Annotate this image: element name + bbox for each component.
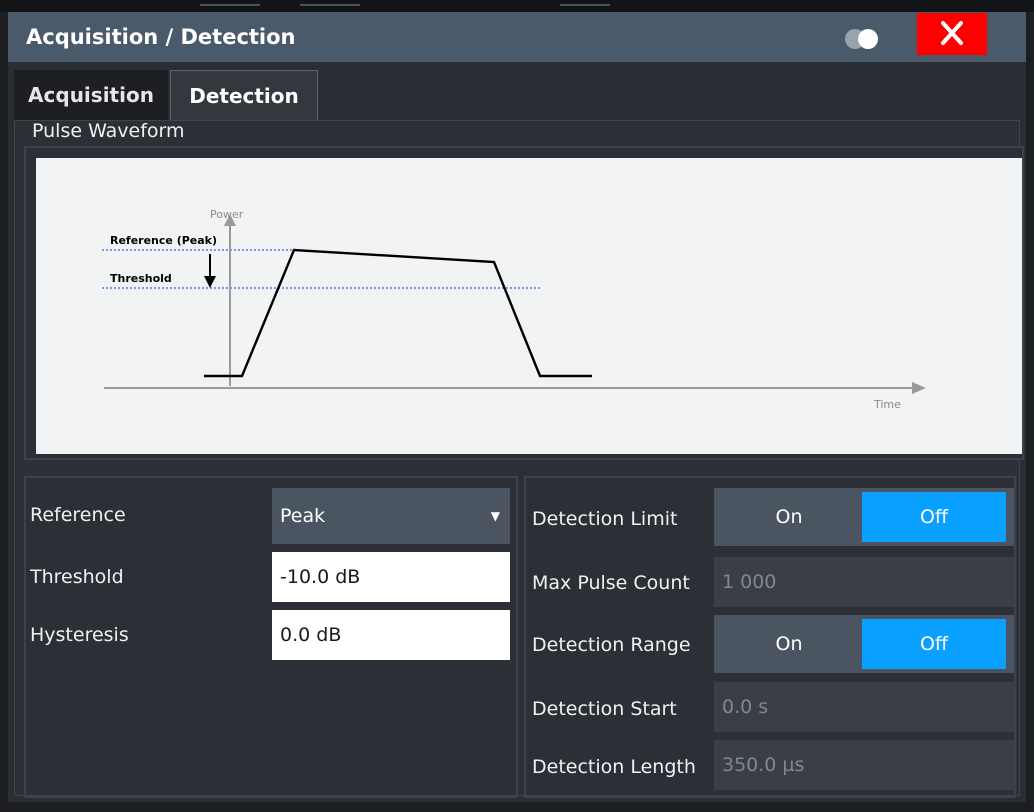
reference-label: Reference (30, 504, 126, 526)
tab-detection[interactable]: Detection (170, 70, 318, 120)
detection-range-off-button[interactable]: Off (862, 619, 1006, 669)
detection-range-toggle: On Off (714, 615, 1014, 673)
dialog-title-bar[interactable]: Acquisition / Detection (8, 12, 1026, 62)
max-pulse-count-input[interactable]: 1 000 (714, 557, 1014, 607)
pulse-waveform-title: Pulse Waveform (32, 120, 185, 142)
threshold-setting-label: Threshold (30, 566, 124, 588)
pulse-waveform-frame: Power Reference (Peak) Threshold Time (24, 146, 1024, 460)
detection-length-label: Detection Length (532, 756, 696, 778)
dialog-body: Acquisition Detection Pulse Waveform Pow… (8, 62, 1026, 802)
detection-range-on-button[interactable]: On (718, 619, 860, 669)
pulse-waveform-diagram: Power Reference (Peak) Threshold Time (36, 158, 1022, 454)
detection-length-input[interactable]: 350.0 µs (714, 740, 1014, 790)
time-axis-arrow (912, 382, 926, 394)
power-label: Power (210, 208, 244, 221)
threshold-input[interactable]: -10.0 dB (272, 552, 510, 602)
background-status-strip (0, 0, 1034, 12)
tab-acquisition[interactable]: Acquisition (14, 70, 168, 120)
detection-limit-label: Detection Limit (532, 508, 678, 530)
close-icon (941, 21, 963, 45)
theme-toggle-icon[interactable] (845, 29, 885, 49)
status-mark (300, 4, 360, 6)
close-button[interactable] (917, 13, 987, 55)
time-label: Time (873, 398, 901, 411)
dialog-title: Acquisition / Detection (26, 25, 296, 49)
status-mark (200, 4, 260, 6)
reference-value: Peak (280, 505, 326, 527)
pulse-shape (204, 248, 592, 378)
threshold-arrow-head (204, 276, 216, 288)
detection-limit-on-button[interactable]: On (718, 492, 860, 542)
threshold-label: Threshold (110, 272, 172, 285)
detection-start-label: Detection Start (532, 698, 677, 720)
detection-limit-off-button[interactable]: Off (862, 492, 1006, 542)
detection-limit-toggle: On Off (714, 488, 1014, 546)
chevron-down-icon: ▼ (490, 509, 500, 523)
max-pulse-count-label: Max Pulse Count (532, 572, 690, 594)
status-mark (560, 4, 610, 6)
detection-range-label: Detection Range (532, 634, 691, 656)
reference-dropdown[interactable]: Peak ▼ (272, 488, 510, 544)
detection-start-input[interactable]: 0.0 s (714, 682, 1014, 732)
hysteresis-input[interactable]: 0.0 dB (272, 610, 510, 660)
hysteresis-label: Hysteresis (30, 624, 129, 646)
reference-peak-label: Reference (Peak) (110, 234, 217, 247)
